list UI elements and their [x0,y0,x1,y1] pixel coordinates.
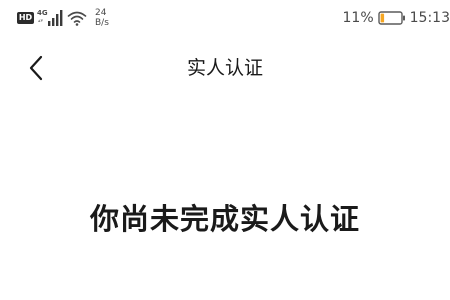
wifi-icon [67,11,87,26]
hd-badge: HD [17,12,34,24]
cellular-signal-icon: 4G ▴▾ [37,9,65,27]
page-title: 实人认证 [186,57,263,79]
status-bar: HD 4G ▴▾ 24 B/s 11% 15:13 [0,0,450,36]
status-bar-right: 11% 15:13 [343,8,450,28]
status-bar-left: HD 4G ▴▾ 24 B/s [17,7,109,29]
clock: 15:13 [409,10,450,26]
network-data-indicator: ▴▾ [38,18,44,24]
network-speed-value: 24 [95,8,107,18]
navigation-header: 实人认证 [0,44,450,92]
signal-bars-icon [48,10,63,26]
battery-low-icon [377,11,405,25]
network-speed: 24 B/s [95,8,109,28]
network-speed-unit: B/s [95,18,109,28]
verification-status-message: 你尚未完成实人认证 [89,202,360,236]
battery-percent: 11% [342,10,374,26]
